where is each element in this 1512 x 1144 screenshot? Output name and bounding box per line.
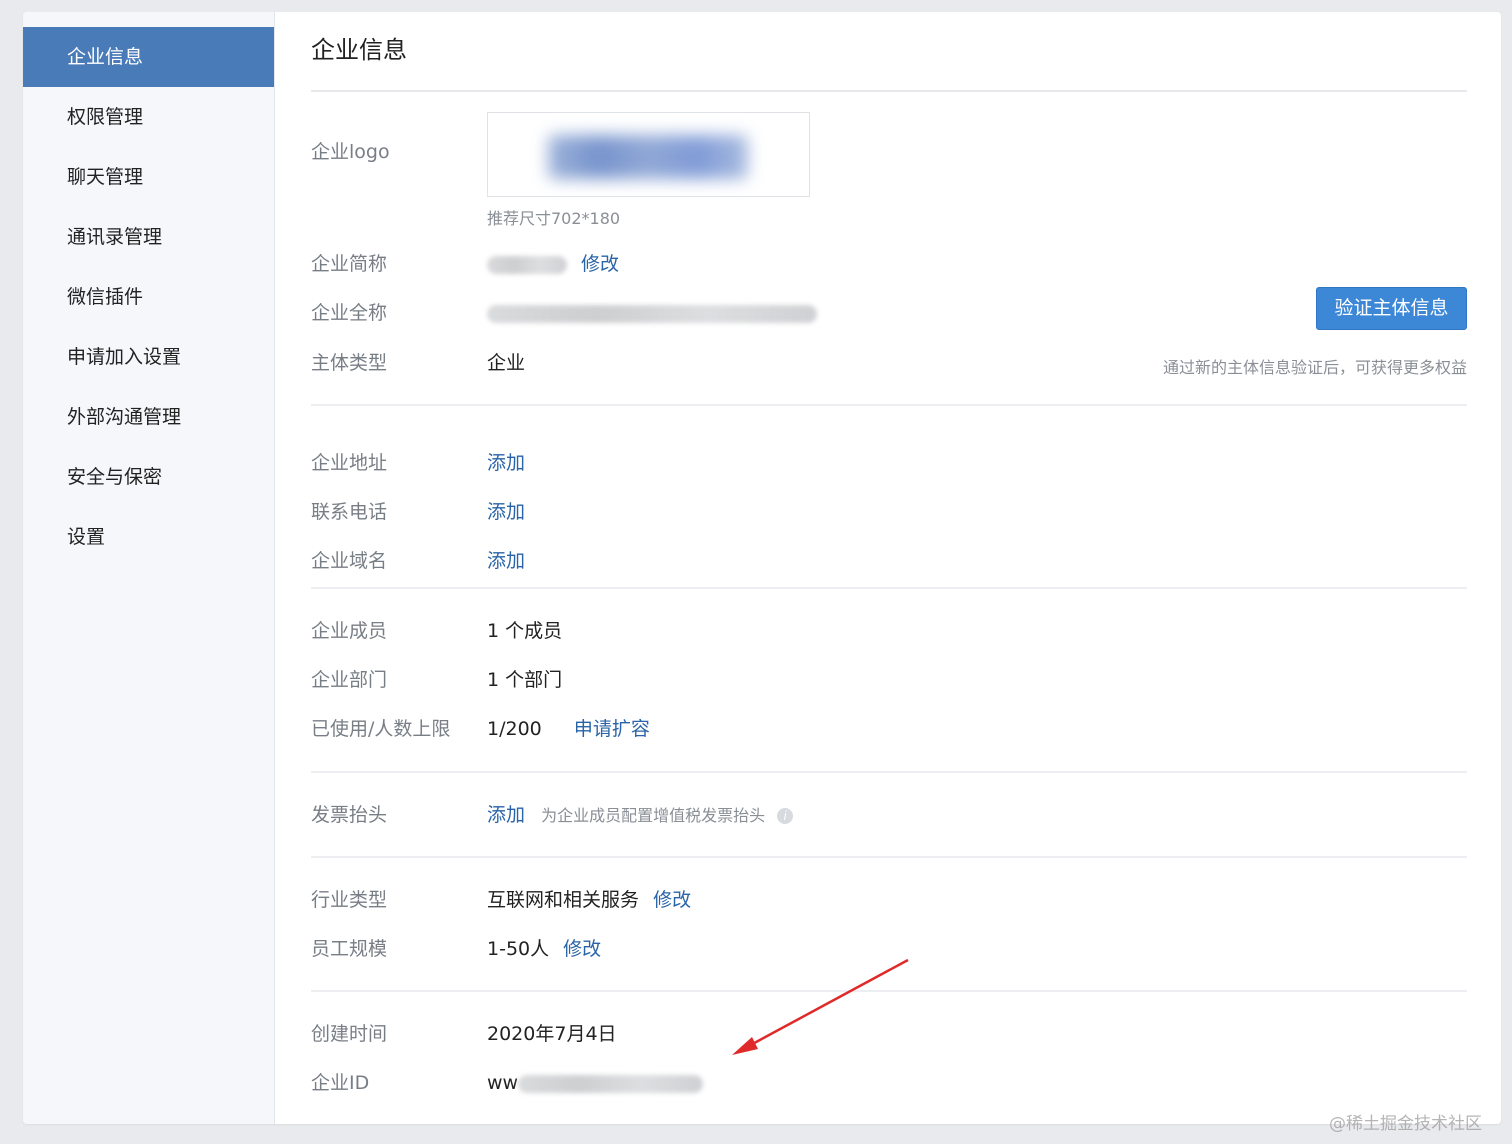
add-address-link[interactable]: 添加	[487, 439, 525, 488]
verify-entity-button[interactable]: 验证主体信息	[1316, 287, 1467, 330]
address-row: 企业地址 添加	[311, 439, 1467, 488]
short-name-value: 修改	[487, 240, 619, 289]
created-label: 创建时间	[311, 1023, 388, 1045]
invoice-value: 添加 为企业成员配置增值税发票抬头 i	[487, 791, 794, 840]
edit-short-name-link[interactable]: 修改	[581, 253, 619, 275]
sidebar-item-permissions[interactable]: 权限管理	[23, 87, 274, 147]
industry-label: 行业类型	[311, 889, 388, 911]
logo-label: 企业logo	[311, 141, 390, 163]
invoice-section: 发票抬头 添加 为企业成员配置增值税发票抬头 i	[311, 773, 1467, 858]
staff-size-label: 员工规模	[311, 938, 388, 960]
add-phone-link[interactable]: 添加	[487, 488, 525, 537]
add-domain-link[interactable]: 添加	[487, 537, 525, 586]
departments-label: 企业部门	[311, 669, 388, 691]
corp-id-label: 企业ID	[311, 1072, 370, 1094]
invoice-note: 为企业成员配置增值税发票抬头	[541, 806, 766, 825]
invoice-label: 发票抬头	[311, 804, 388, 826]
sidebar-item-security[interactable]: 安全与保密	[23, 447, 274, 507]
sidebar: 企业信息 权限管理 聊天管理 通讯录管理 微信插件 申请加入设置 外部沟通管理 …	[23, 12, 275, 1124]
departments-value: 1 个部门	[487, 669, 563, 691]
capacity-value: 1/200 申请扩容	[487, 705, 650, 754]
members-section: 企业成员 1 个成员 企业部门 1 个部门 已使用/人数上限 1/200 申请扩…	[311, 589, 1467, 773]
full-name-label: 企业全称	[311, 302, 388, 324]
basic-info-section: 企业logo 推荐尺寸702*180 企业简称 修改 企业全称 主体类型 企业 …	[311, 92, 1467, 406]
capacity-row: 已使用/人数上限 1/200 申请扩容	[311, 705, 1467, 754]
departments-row: 企业部门 1 个部门	[311, 656, 1467, 705]
entity-type-value: 企业	[487, 352, 526, 374]
sidebar-item-external-comm[interactable]: 外部沟通管理	[23, 387, 274, 447]
staff-size-value: 1-50人 修改	[487, 925, 601, 974]
corp-id-prefix: ww	[487, 1072, 519, 1094]
staff-size-text: 1-50人	[487, 938, 550, 960]
logo-size-hint: 推荐尺寸702*180	[487, 209, 621, 228]
sidebar-item-join-settings[interactable]: 申请加入设置	[23, 327, 274, 387]
phone-label: 联系电话	[311, 501, 388, 523]
members-label: 企业成员	[311, 620, 388, 642]
add-invoice-link[interactable]: 添加	[487, 804, 525, 826]
edit-industry-link[interactable]: 修改	[653, 889, 691, 911]
domain-label: 企业域名	[311, 550, 388, 572]
sidebar-item-wechat-plugin[interactable]: 微信插件	[23, 267, 274, 327]
members-row: 企业成员 1 个成员	[311, 607, 1467, 656]
arrow-head	[732, 1037, 758, 1055]
info-icon[interactable]: i	[777, 807, 794, 824]
corp-id-value: ww	[487, 1059, 704, 1108]
full-name-redacted	[487, 304, 817, 323]
red-arrow-annotation	[732, 958, 909, 1055]
short-name-label: 企业简称	[311, 253, 388, 275]
watermark: @稀土掘金技术社区	[1329, 1114, 1482, 1134]
created-value: 2020年7月4日	[487, 1023, 617, 1045]
address-label: 企业地址	[311, 452, 388, 474]
sidebar-item-settings[interactable]: 设置	[23, 507, 274, 567]
arrow-shaft	[744, 958, 909, 1050]
corp-id-row: 企业ID ww	[311, 1059, 1467, 1108]
edit-staff-size-link[interactable]: 修改	[563, 938, 601, 960]
verify-note: 通过新的主体信息验证后，可获得更多权益	[1162, 358, 1467, 377]
request-expansion-link[interactable]: 申请扩容	[574, 718, 650, 740]
industry-row: 行业类型 互联网和相关服务 修改	[311, 876, 1467, 925]
sidebar-item-company-info[interactable]: 企业信息	[23, 27, 274, 87]
logo-image-blurred	[548, 135, 748, 179]
sidebar-item-chat[interactable]: 聊天管理	[23, 147, 274, 207]
industry-value: 互联网和相关服务 修改	[487, 876, 691, 925]
members-value: 1 个成员	[487, 620, 563, 642]
capacity-label: 已使用/人数上限	[311, 718, 451, 740]
short-name-redacted	[487, 255, 567, 274]
page-title: 企业信息	[311, 12, 1467, 92]
full-name-value	[487, 289, 817, 338]
sidebar-item-contacts[interactable]: 通讯录管理	[23, 207, 274, 267]
company-logo[interactable]	[487, 112, 810, 197]
invoice-row: 发票抬头 添加 为企业成员配置增值税发票抬头 i	[311, 791, 1467, 840]
corp-id-redacted	[518, 1074, 704, 1093]
contact-section: 企业地址 添加 联系电话 添加 企业域名 添加	[311, 406, 1467, 589]
industry-text: 互联网和相关服务	[487, 889, 640, 911]
phone-row: 联系电话 添加	[311, 488, 1467, 537]
entity-type-label: 主体类型	[311, 352, 388, 374]
domain-row: 企业域名 添加	[311, 537, 1467, 586]
capacity-usage: 1/200	[487, 718, 542, 740]
